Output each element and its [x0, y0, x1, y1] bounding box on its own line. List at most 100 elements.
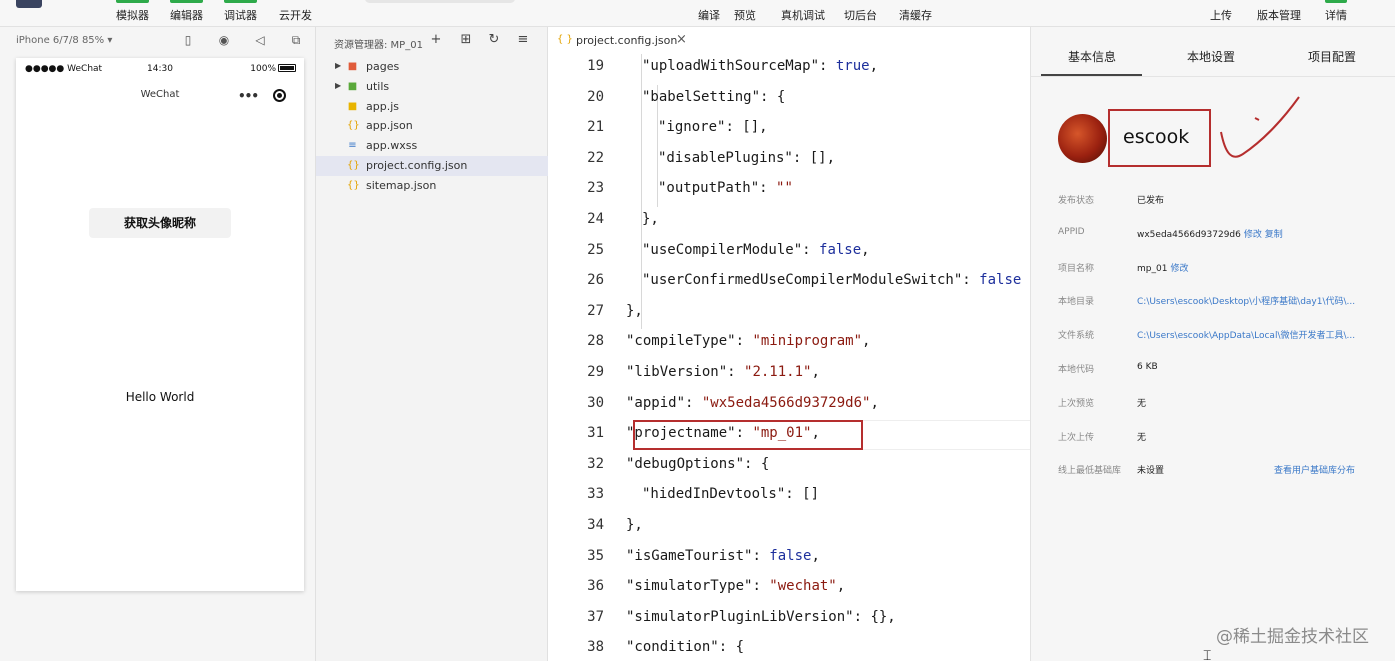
- capsule-menu[interactable]: •••: [230, 85, 292, 107]
- tree-item[interactable]: {} project.config.json: [316, 156, 548, 176]
- add-folder-icon[interactable]: ⊞: [459, 33, 473, 47]
- tree-item[interactable]: {} sitemap.json: [316, 176, 548, 196]
- avatar: [1058, 114, 1107, 163]
- close-capsule-icon[interactable]: [273, 89, 286, 102]
- tree-item[interactable]: ▶ ■ pages: [316, 57, 548, 77]
- info-key: 线上最低基础库: [1058, 466, 1122, 477]
- info-action-link[interactable]: 修改: [1170, 264, 1188, 274]
- debugger-toggle-button[interactable]: 调试器: [224, 0, 257, 23]
- json-file-icon: {}: [347, 120, 360, 132]
- code-line[interactable]: 32 "debugOptions": {: [548, 450, 1030, 481]
- code-text: "condition": {: [626, 639, 745, 656]
- device-selector[interactable]: iPhone 6/7/8 85% ▾: [16, 35, 112, 46]
- chevron-right-icon[interactable]: ▶: [335, 81, 341, 90]
- info-row: 发布状态 已发布: [1058, 191, 1388, 207]
- info-action-link[interactable]: 修改 复制: [1244, 230, 1283, 240]
- code-line[interactable]: 21 "ignore": [],: [548, 113, 1030, 144]
- code-line[interactable]: 27},: [548, 297, 1030, 328]
- battery-text: 100%: [250, 64, 276, 74]
- info-value: mp_01: [1137, 263, 1168, 274]
- code-line[interactable]: 23 "outputPath": "": [548, 174, 1030, 205]
- code-text: },: [626, 302, 643, 319]
- watermark: @稀土掘金技术社区: [1216, 627, 1369, 647]
- user-avatar-icon[interactable]: [16, 0, 42, 8]
- cloud-dev-button[interactable]: 云开发: [279, 7, 312, 23]
- close-icon[interactable]: ×: [676, 32, 687, 47]
- details-button[interactable]: 详情: [1325, 0, 1347, 23]
- preview-button[interactable]: 预览: [734, 7, 756, 23]
- info-row: APPID wx5eda4566d93729d6 修改 复制: [1058, 225, 1388, 241]
- toolbar-divider: [365, 0, 515, 3]
- line-number: 23: [587, 180, 604, 197]
- tree-item[interactable]: ≡ app.wxss: [316, 136, 548, 156]
- checkmark-annotation-icon: [1220, 96, 1300, 158]
- library-distribution-link[interactable]: 查看用户基础库分布: [1274, 463, 1355, 476]
- tab-basic-info[interactable]: 基本信息: [1068, 48, 1116, 65]
- code-line[interactable]: 22 "disablePlugins": [],: [548, 144, 1030, 175]
- code-line[interactable]: 35 "isGameTourist": false,: [548, 542, 1030, 573]
- file-explorer: 资源管理器: MP_01 + ⊞ ↻ ≡ ▶ ■ pages ▶ ■ utils ■ app.…: [316, 27, 548, 661]
- window-icon[interactable]: ⧉: [289, 33, 303, 47]
- info-row: 上次预览 无: [1058, 394, 1388, 410]
- collapse-all-icon[interactable]: ≡: [516, 33, 530, 47]
- upload-button[interactable]: 上传: [1210, 7, 1232, 23]
- annotation-box: [1108, 109, 1211, 167]
- code-line[interactable]: 29 "libVersion": "2.11.1",: [548, 358, 1030, 389]
- folder-red-icon: ■: [347, 61, 358, 72]
- code-area[interactable]: 19 "uploadWithSourceMap": true, 20 "babelSe…: [548, 54, 1030, 661]
- version-management-button[interactable]: 版本管理: [1257, 7, 1301, 23]
- info-row: 项目名称 mp_01 修改: [1058, 259, 1388, 275]
- tree-item[interactable]: ▶ ■ utils: [316, 77, 548, 97]
- volume-icon[interactable]: ◁: [253, 33, 267, 47]
- info-value[interactable]: C:\Users\escook\Desktop\小程序基础\day1\代码\..…: [1137, 297, 1355, 307]
- code-line[interactable]: 26 "userConfirmedUseCompilerModuleSwitch"…: [548, 266, 1030, 297]
- background-switch-button[interactable]: 切后台: [844, 7, 877, 23]
- simulator-toggle-button[interactable]: 模拟器: [116, 0, 149, 23]
- real-device-debug-button[interactable]: 真机调试: [781, 7, 825, 23]
- code-line[interactable]: 30 "appid": "wx5eda4566d93729d6",: [548, 389, 1030, 420]
- add-file-icon[interactable]: +: [429, 33, 443, 47]
- tab-project-config[interactable]: { } project.config.json ×: [548, 27, 690, 54]
- tree-item-label: project.config.json: [366, 159, 468, 172]
- get-avatar-nickname-button[interactable]: 获取头像昵称: [89, 208, 231, 238]
- code-text: "libVersion": "2.11.1",: [626, 364, 820, 380]
- code-line[interactable]: 33 "hidedInDevtools": []: [548, 480, 1030, 511]
- line-number: 20: [587, 88, 604, 105]
- record-icon[interactable]: ◉: [217, 33, 231, 47]
- info-key: 发布状态: [1058, 196, 1095, 206]
- editor-toggle-button[interactable]: 编辑器: [170, 0, 203, 23]
- tab-local-settings[interactable]: 本地设置: [1187, 48, 1235, 65]
- info-value[interactable]: C:\Users\escook\AppData\Local\微信开发者工具\..…: [1137, 331, 1355, 341]
- code-line[interactable]: 24},: [548, 205, 1030, 236]
- code-line[interactable]: 36 "simulatorType": "wechat",: [548, 572, 1030, 603]
- line-number: 30: [587, 394, 604, 411]
- code-text: "debugOptions": {: [626, 455, 770, 472]
- line-number: 31: [587, 425, 604, 442]
- code-line[interactable]: 28 "compileType": "miniprogram",: [548, 327, 1030, 358]
- line-number: 34: [587, 517, 604, 533]
- code-line[interactable]: 25 "useCompilerModule": false,: [548, 236, 1030, 267]
- tree-item[interactable]: ■ app.js: [316, 97, 548, 117]
- simulator-header: iPhone 6/7/8 85% ▾ ▯ ◉ ◁ ⧉: [0, 27, 315, 54]
- code-line[interactable]: 20 "babelSetting": {: [548, 83, 1030, 114]
- compile-button[interactable]: 编译: [698, 7, 720, 23]
- info-value: wx5eda4566d93729d6: [1137, 229, 1241, 240]
- info-value: 无: [1137, 398, 1147, 409]
- phone-icon[interactable]: ▯: [181, 33, 195, 47]
- info-key: APPID: [1058, 226, 1085, 237]
- code-line[interactable]: 19 "uploadWithSourceMap": true,: [548, 54, 1030, 83]
- info-value: 已发布: [1137, 196, 1165, 206]
- code-line[interactable]: 37 "simulatorPluginLibVersion": {},: [548, 603, 1030, 634]
- refresh-icon[interactable]: ↻: [487, 33, 501, 47]
- tab-project-config[interactable]: 项目配置: [1308, 48, 1356, 65]
- info-key: 文件系统: [1058, 331, 1095, 342]
- wxss-file-icon: ≡: [348, 140, 357, 152]
- tree-item-label: sitemap.json: [366, 178, 437, 192]
- code-line[interactable]: 34},: [548, 511, 1030, 542]
- more-dots-icon[interactable]: •••: [238, 89, 259, 103]
- chevron-right-icon[interactable]: ▶: [335, 61, 341, 70]
- tree-item[interactable]: {} app.json: [316, 116, 548, 136]
- code-line[interactable]: 38 "condition": {: [548, 633, 1030, 661]
- clear-cache-button[interactable]: 清缓存: [899, 7, 932, 23]
- line-number: 26: [587, 272, 604, 289]
